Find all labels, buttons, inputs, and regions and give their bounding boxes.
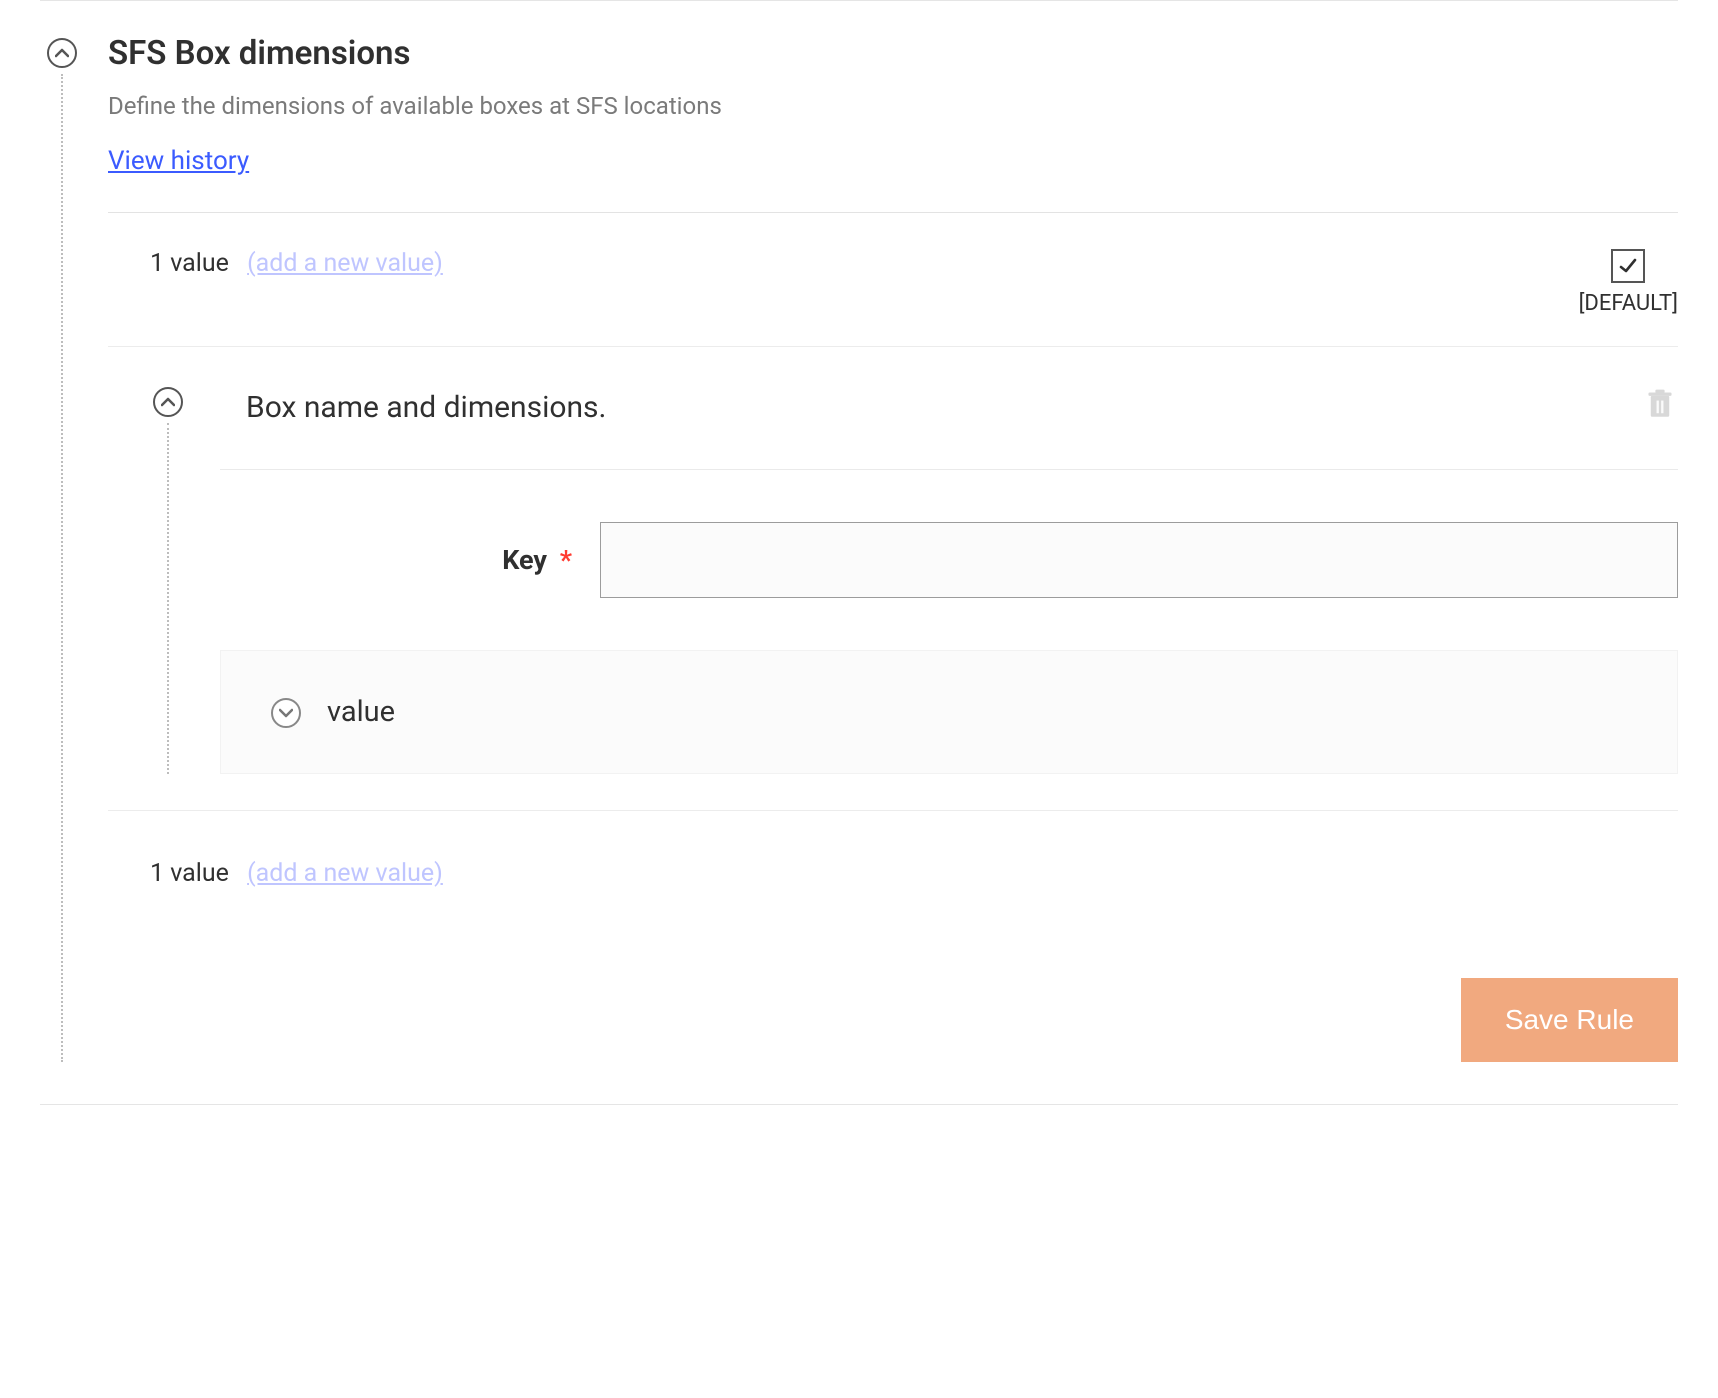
page-bottom-divider	[40, 1104, 1678, 1105]
save-rule-button[interactable]: Save Rule	[1461, 978, 1678, 1062]
rule-subtitle: Define the dimensions of available boxes…	[108, 92, 1678, 120]
delete-box-button[interactable]	[1642, 385, 1678, 429]
box-title: Box name and dimensions.	[246, 390, 1622, 425]
collapse-box-button[interactable]	[153, 387, 183, 417]
check-icon	[1619, 258, 1637, 274]
collapse-rule-button[interactable]	[47, 38, 77, 68]
key-label: Key	[502, 544, 547, 576]
default-label: [DEFAULT]	[1579, 291, 1678, 316]
value-count-top: 1 value	[150, 249, 229, 278]
required-indicator: *	[560, 544, 572, 576]
key-input[interactable]	[600, 522, 1678, 598]
key-row: Key *	[220, 470, 1678, 650]
value-count-bottom: 1 value	[150, 859, 229, 888]
page-top-divider	[40, 0, 1678, 1]
default-checkbox[interactable]	[1611, 249, 1645, 283]
value-toolbar-bottom: 1 value (add a new value)	[108, 811, 1678, 888]
chevron-up-icon	[55, 48, 69, 58]
value-toolbar-top: 1 value (add a new value) [DEFAULT]	[108, 213, 1678, 346]
rule-title: SFS Box dimensions	[108, 36, 1678, 72]
box-block: Box name and dimensions.	[108, 347, 1678, 774]
rule-block: SFS Box dimensions Define the dimensions…	[40, 36, 1678, 1062]
value-label: value	[327, 695, 395, 729]
chevron-down-icon	[279, 708, 293, 718]
view-history-link[interactable]: View history	[108, 146, 249, 176]
value-row-wrap: value	[220, 650, 1678, 774]
add-value-bottom-link[interactable]: (add a new value)	[247, 859, 443, 888]
tree-line	[167, 423, 169, 774]
expand-value-button[interactable]	[271, 698, 301, 728]
trash-icon	[1646, 389, 1674, 419]
tree-line	[61, 74, 63, 1062]
add-value-top-link[interactable]: (add a new value)	[247, 249, 443, 278]
tree-column-inner	[152, 385, 184, 774]
tree-column-outer	[40, 36, 84, 1062]
chevron-up-icon	[161, 397, 175, 407]
